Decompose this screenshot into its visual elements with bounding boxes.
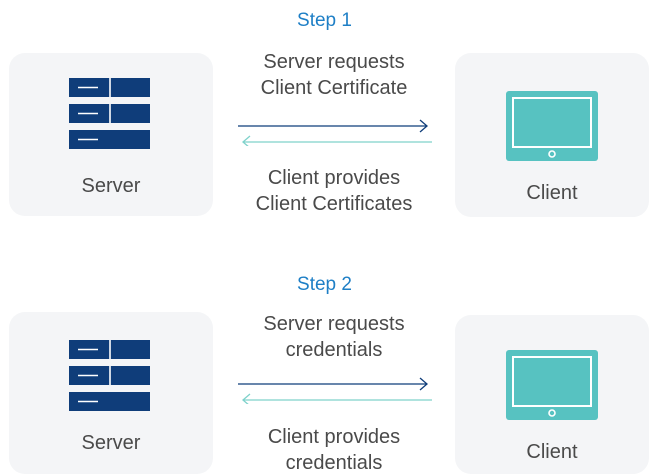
server-panel: Server <box>9 53 213 216</box>
step-title: Step 2 <box>297 274 352 295</box>
client-label: Client <box>526 182 578 204</box>
request-arrow <box>238 377 428 391</box>
server-rack-icon <box>69 340 150 411</box>
response-line-1: Client provides <box>267 426 401 448</box>
response-message: Client provides credentials <box>213 424 455 476</box>
arrows-group <box>238 119 432 146</box>
step-1: Step 1 Server Server requests Client Cer… <box>0 0 649 237</box>
response-arrow <box>242 393 432 404</box>
client-panel: Client <box>455 53 649 217</box>
request-line-2: Client Certificate <box>260 77 408 99</box>
request-arrow <box>238 119 428 133</box>
request-line-1: Server requests <box>263 313 405 335</box>
step-title: Step 1 <box>297 10 352 31</box>
server-rack-icon <box>69 78 150 149</box>
step-2: Step 2 Server Server requests credential… <box>0 237 649 474</box>
response-line-2: credentials <box>285 452 383 474</box>
response-message: Client provides Client Certificates <box>213 165 455 217</box>
server-label: Server <box>81 175 141 197</box>
server-label: Server <box>81 432 141 454</box>
client-panel: Client <box>455 315 649 474</box>
arrows-group <box>238 377 432 404</box>
response-line-2: Client Certificates <box>255 193 413 215</box>
request-line-1: Server requests <box>263 51 405 73</box>
monitor-icon <box>506 350 598 420</box>
request-message: Server requests Client Certificate <box>213 49 455 101</box>
response-line-1: Client provides <box>267 167 401 189</box>
request-line-2: credentials <box>285 339 383 361</box>
server-panel: Server <box>9 312 213 474</box>
monitor-icon <box>506 91 598 161</box>
client-label: Client <box>526 441 578 463</box>
response-arrow <box>242 135 432 146</box>
request-message: Server requests credentials <box>213 311 455 363</box>
